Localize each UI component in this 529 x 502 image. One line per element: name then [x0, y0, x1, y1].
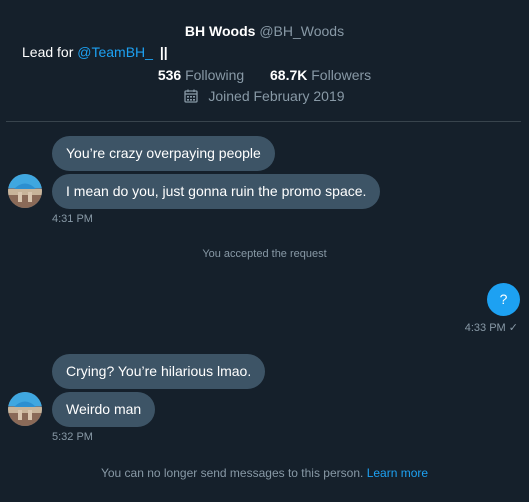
- notice-text: You can no longer send messages to this …: [100, 466, 364, 480]
- message-text: Weirdo man: [66, 401, 142, 417]
- bio-mention-link[interactable]: @TeamBH_: [77, 44, 153, 60]
- dm-conversation: BH Woods @BH_Woods Lead for @TeamBH_ || …: [0, 0, 529, 502]
- message-timestamp: 4:31 PM: [52, 213, 93, 225]
- incoming-message-bubble[interactable]: Crying? You’re hilarious lmao.: [52, 354, 266, 389]
- message-text: Crying? You’re hilarious lmao.: [66, 363, 252, 379]
- calendar-icon: [184, 89, 199, 106]
- avatar[interactable]: [8, 174, 42, 208]
- profile-name-row[interactable]: BH Woods @BH_Woods: [0, 23, 529, 39]
- outgoing-message-bubble[interactable]: ?: [487, 283, 520, 316]
- message-timestamp-read: 4:33 PM ✓: [464, 322, 518, 334]
- followers-count: 68.7K: [270, 67, 308, 83]
- message-text: I mean do you, just gonna ruin the promo…: [66, 183, 367, 199]
- profile-bio: Lead for @TeamBH_ ||: [22, 44, 168, 60]
- following-count: 536: [157, 67, 182, 83]
- incoming-message-bubble[interactable]: Weirdo man: [52, 392, 156, 427]
- message-text: You’re crazy overpaying people: [66, 145, 261, 161]
- header-divider: [6, 121, 521, 122]
- message-text: ?: [499, 291, 508, 307]
- system-message-accepted: You accepted the request: [202, 248, 327, 260]
- avatar[interactable]: [8, 392, 42, 426]
- display-name[interactable]: BH Woods: [185, 23, 256, 39]
- joined-date: Joined February 2019: [0, 88, 529, 106]
- following-link[interactable]: 536 Following: [158, 67, 248, 83]
- joined-text: Joined February 2019: [208, 88, 345, 104]
- followers-link[interactable]: 68.7K Followers: [266, 67, 371, 83]
- user-handle: @BH_Woods: [259, 23, 345, 39]
- followers-label: Followers: [311, 67, 372, 83]
- learn-more-link[interactable]: Learn more: [367, 466, 428, 480]
- cannot-message-notice: You can no longer send messages to this …: [0, 466, 529, 480]
- bio-suffix: ||: [159, 44, 168, 60]
- incoming-message-bubble[interactable]: I mean do you, just gonna ruin the promo…: [52, 174, 381, 209]
- incoming-message-bubble[interactable]: You’re crazy overpaying people: [52, 136, 275, 171]
- following-label: Following: [185, 67, 245, 83]
- message-timestamp: 5:32 PM: [52, 431, 93, 443]
- bio-prefix: Lead for: [22, 44, 74, 60]
- profile-stats: 536 Following 68.7K Followers: [0, 67, 529, 83]
